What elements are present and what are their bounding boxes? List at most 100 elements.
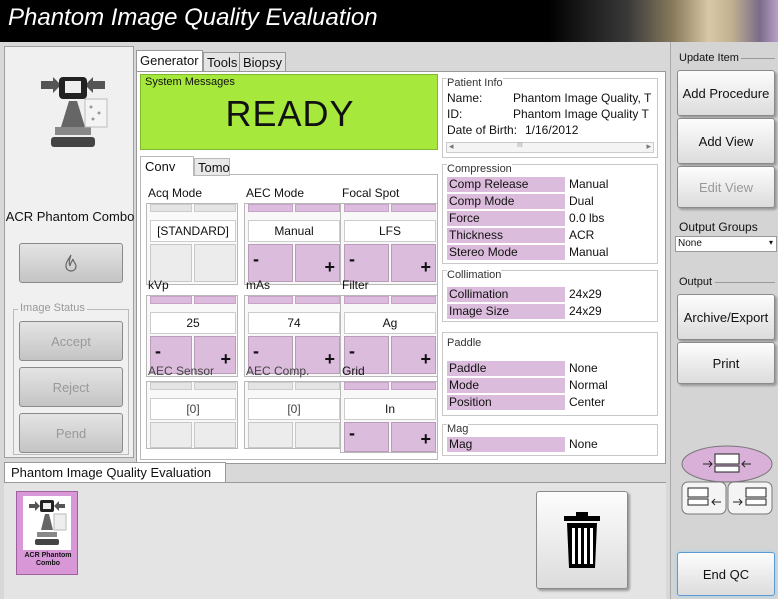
scroll-grip[interactable]: III — [517, 142, 523, 149]
aec-comp-control[interactable]: [0] — [244, 381, 342, 449]
add-procedure-button[interactable]: Add Procedure — [677, 70, 775, 116]
acq-mode-control[interactable]: [STANDARD] — [146, 203, 238, 285]
tab-conv[interactable]: Conv — [140, 156, 194, 176]
row-value: Center — [569, 395, 606, 409]
end-qc-button[interactable]: End QC — [677, 552, 775, 596]
aec-mode-bar-left — [248, 204, 293, 212]
acq-mode-right-button[interactable] — [194, 244, 236, 282]
row-key: Collimation — [447, 287, 565, 302]
paddle-shift-icon — [681, 445, 773, 515]
reject-button[interactable]: Reject — [19, 367, 123, 407]
tab-biopsy[interactable]: Biopsy — [239, 52, 287, 71]
output-groups-select[interactable]: None ▾ — [675, 236, 777, 252]
compression-group: Compression Comp Release Manual Comp Mode… — [442, 163, 658, 264]
filter-plus-button[interactable]: + — [391, 336, 436, 374]
grid-control[interactable]: In - + — [340, 381, 438, 453]
acq-mode-left-button[interactable] — [150, 244, 192, 282]
thumbnail-image — [23, 496, 71, 550]
patient-info-group: Patient Info Name: Phantom Image Quality… — [442, 77, 658, 158]
patient-info-scrollbar[interactable]: ◂ III ▸ — [446, 141, 654, 153]
focal-spot-control[interactable]: LFS - + — [340, 203, 438, 285]
pend-button[interactable]: Pend — [19, 413, 123, 453]
image-size-row: Image Size 24x29 — [447, 304, 653, 319]
aec-sensor-value: [0] — [150, 398, 236, 420]
minus-icon: - — [349, 423, 355, 443]
system-messages-label: System Messages — [145, 76, 235, 88]
focal-spot-bar-left — [344, 204, 389, 212]
edit-view-button[interactable]: Edit View — [677, 166, 775, 208]
grid-minus-button[interactable]: - — [344, 422, 389, 452]
patient-name-value: Phantom Image Quality, T — [513, 91, 652, 105]
plus-icon: + — [324, 257, 335, 277]
thumbnail-acr-phantom[interactable]: ACR Phantom Combo — [16, 491, 78, 575]
collimation-group: Collimation Collimation 24x29 Image Size 2… — [442, 269, 658, 322]
mag-group: Mag Mag None — [442, 423, 658, 456]
grid-value: In — [344, 398, 436, 420]
tab-phantom-evaluation[interactable]: Phantom Image Quality Evaluation — [4, 462, 226, 482]
collimation-label: Collimation — [447, 269, 502, 281]
aec-comp-label: AEC Comp. — [246, 364, 310, 378]
dropdown-icon: ▾ — [768, 238, 773, 247]
left-panel: ACR Phantom Combo Image Status Accept Re… — [4, 46, 134, 458]
kvp-bar-left — [150, 296, 192, 304]
aec-sensor-left-button[interactable] — [150, 422, 192, 448]
row-value: Manual — [569, 177, 609, 191]
gantry-icon — [33, 71, 113, 153]
flame-icon — [65, 254, 77, 272]
title-decoration — [548, 0, 778, 42]
row-value: Dual — [569, 194, 594, 208]
focal-spot-plus-button[interactable]: + — [391, 244, 436, 282]
grid-plus-button[interactable]: + — [391, 422, 436, 452]
aec-sensor-right-button[interactable] — [194, 422, 236, 448]
flame-button[interactable] — [19, 243, 123, 283]
output-label: Output — [679, 276, 713, 288]
row-key: Mode — [447, 378, 565, 393]
thumbnail-label-line-2: Combo — [35, 560, 61, 567]
app-title: Phantom Image Quality Evaluation — [8, 4, 378, 31]
archive-export-button[interactable]: Archive/Export — [677, 294, 775, 340]
row-value: Manual — [569, 245, 609, 259]
mag-label: Mag — [447, 423, 469, 435]
mas-bar-left — [248, 296, 293, 304]
mode-row: Mode Normal — [447, 378, 653, 393]
output-groups-label: Output Groups — [679, 220, 758, 234]
row-value: None — [569, 361, 598, 375]
aec-mode-control[interactable]: Manual - + — [244, 203, 342, 285]
image-status-label: Image Status — [18, 302, 87, 314]
paddle-shift-control[interactable] — [679, 444, 775, 516]
mas-label: mAs — [246, 278, 270, 292]
row-value: None — [569, 437, 598, 451]
thumbnail-label: ACR Phantom Combo — [17, 552, 79, 568]
aec-sensor-label: AEC Sensor — [148, 364, 215, 378]
minus-icon: - — [349, 249, 355, 269]
scroll-left-icon[interactable]: ◂ — [449, 141, 454, 152]
comp-release-row: Comp Release Manual — [447, 177, 653, 192]
stereo-mode-row: Stereo Mode Manual — [447, 245, 653, 260]
aec-sensor-control[interactable]: [0] — [146, 381, 238, 449]
tab-tomo[interactable]: Tomo — [194, 158, 230, 176]
minus-icon: - — [155, 341, 161, 361]
tab-tools[interactable]: Tools — [203, 52, 242, 71]
aec-mode-plus-button[interactable]: + — [295, 244, 340, 282]
system-messages-box: System Messages READY — [140, 74, 438, 150]
plus-icon: + — [420, 429, 431, 449]
trash-button[interactable] — [536, 491, 628, 589]
row-key: Paddle — [447, 361, 565, 376]
minus-icon: - — [349, 341, 355, 361]
mas-value: 74 — [248, 312, 340, 334]
mas-bar-right — [295, 296, 340, 304]
accept-button[interactable]: Accept — [19, 321, 123, 361]
aec-mode-minus-button[interactable]: - — [248, 244, 293, 282]
plus-icon: + — [324, 349, 335, 369]
aec-comp-left-button[interactable] — [248, 422, 293, 448]
row-value: Normal — [569, 378, 608, 392]
focal-spot-minus-button[interactable]: - — [344, 244, 389, 282]
aec-comp-right-button[interactable] — [295, 422, 340, 448]
print-button[interactable]: Print — [677, 342, 775, 384]
add-view-button[interactable]: Add View — [677, 118, 775, 164]
focal-spot-bar-right — [391, 204, 436, 212]
tab-generator[interactable]: Generator — [136, 50, 203, 71]
focal-spot-value: LFS — [344, 220, 436, 242]
row-key: Image Size — [447, 304, 565, 319]
scroll-right-icon[interactable]: ▸ — [646, 141, 651, 152]
